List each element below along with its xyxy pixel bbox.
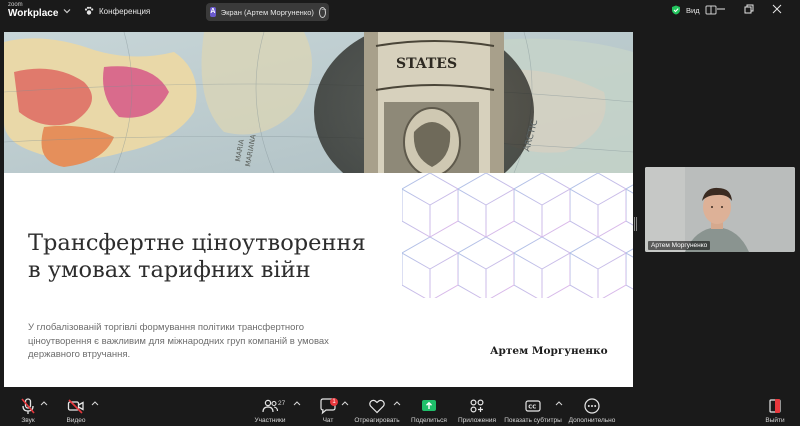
meeting-label: Конференция [99,6,151,16]
slide-author: Артем Моргуненко [490,345,608,357]
captions-button[interactable]: CC Показать субтитры [504,392,562,426]
apps-label: Приложения [457,417,497,424]
chevron-down-icon[interactable] [62,6,72,16]
window-controls [716,4,782,14]
captions-icon: CC [525,400,541,412]
participant-name-label: Артем Моргуненко [648,241,711,250]
cube-pattern [402,173,633,298]
react-chevron-icon[interactable] [393,400,401,406]
share-screen-icon [422,400,436,411]
participants-label: Участники [254,417,286,424]
microphone-muted-icon [21,398,35,414]
slide-content: Трансфертне ціноутворення в умовах тариф… [4,173,633,387]
participant-video-tile[interactable]: Артем Моргуненко [645,167,795,252]
heart-icon [369,399,385,414]
share-badge-icon: A [210,7,216,17]
react-label: Отреагировать [354,417,400,424]
participants-icon [262,399,279,413]
shield-icon [672,5,680,15]
share-screen-button[interactable]: Поделиться [410,392,448,426]
share-screen-label: Поделиться [411,417,447,424]
view-menu[interactable]: Вид [671,5,717,15]
banknote-text: STATES [396,56,457,72]
svg-text:CC: CC [528,404,536,410]
top-bar: zoom Workplace Конференция A Экран (Арте… [0,0,800,24]
zoom-logo: zoom Workplace [8,2,58,19]
grid-view-icon [705,5,717,15]
meeting-info[interactable]: Конференция [84,6,150,16]
paw-icon [84,6,94,15]
video-options-chevron-icon[interactable] [91,400,99,406]
participant-video [645,167,795,252]
leave-button[interactable]: Выйти [764,392,786,426]
react-button[interactable]: Отреагировать [353,392,401,426]
captions-label: Показать субтитры [504,417,562,424]
participants-chevron-icon[interactable] [293,400,301,406]
slide-title: Трансфертне ціноутворення в умовах тариф… [28,230,366,283]
screen-share-label: Экран (Артем Моргуненко) [220,7,314,17]
panel-resize-handle[interactable] [634,217,637,231]
view-label: Вид [686,5,700,15]
restore-icon[interactable] [744,4,754,14]
meeting-toolbar: Звук Видео Участники 27 Чат Отреагироват… [0,392,800,426]
close-icon[interactable] [772,4,782,14]
shared-screen: STATES ARCTIC MARIA MARIANA Трансфертне … [4,32,633,387]
chat-notification-badge: 1 [330,398,338,406]
slide-hero-image: STATES ARCTIC MARIA MARIANA [4,32,633,173]
chat-label: Чат [322,417,334,424]
video-label: Видео [66,417,86,424]
leave-label: Выйти [765,417,785,424]
audio-options-chevron-icon[interactable] [40,400,48,406]
captions-chevron-icon[interactable] [555,400,563,406]
mute-label: Звук [21,417,35,424]
participants-count: 27 [278,400,286,407]
minimize-icon[interactable] [716,4,726,14]
slide-subtitle: У глобалізованій торгівлі формування пол… [28,322,329,360]
more-icon [584,398,600,414]
logo-big-text: Workplace [8,8,59,19]
participants-button[interactable]: Участники [252,392,288,426]
more-button[interactable]: Дополнительно [568,392,616,426]
screen-share-indicator[interactable]: A Экран (Артем Моргуненко) [206,3,329,21]
apps-icon [470,399,484,413]
apps-button[interactable]: Приложения [458,392,496,426]
camera-off-icon [67,399,84,414]
chat-chevron-icon[interactable] [341,400,349,406]
more-label: Дополнительно [568,417,616,424]
chat-button[interactable]: Чат [318,392,338,426]
video-button[interactable]: Видео [64,392,88,426]
more-options-icon[interactable] [318,5,326,18]
mute-button[interactable]: Звук [16,392,40,426]
leave-meeting-icon [769,399,781,413]
